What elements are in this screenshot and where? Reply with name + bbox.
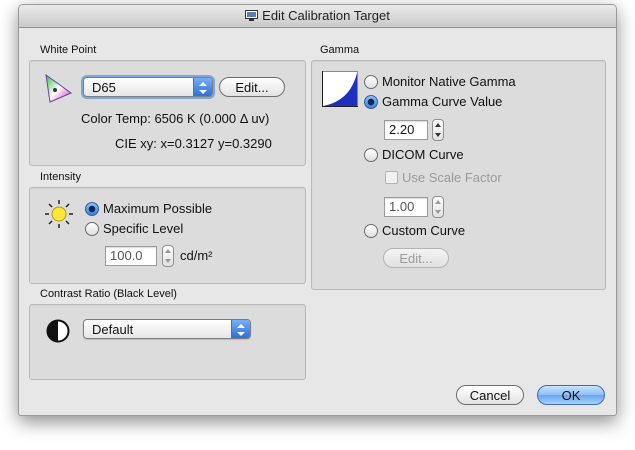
contrast-popup[interactable]: Default <box>83 319 251 339</box>
display-icon <box>245 7 259 21</box>
popup-arrows-icon <box>231 320 250 338</box>
gamma-custom-radio[interactable] <box>364 224 378 238</box>
contrast-group <box>29 304 306 380</box>
scale-factor-stepper[interactable] <box>432 196 444 218</box>
popup-arrows-icon <box>193 78 212 96</box>
gamma-curve-icon <box>322 71 358 107</box>
white-point-edit-button[interactable]: Edit... <box>219 77 285 97</box>
intensity-max-label[interactable]: Maximum Possible <box>103 201 212 216</box>
gamma-label: Gamma <box>320 44 360 56</box>
intensity-level-stepper[interactable] <box>162 245 174 267</box>
use-scale-factor-label: Use Scale Factor <box>402 170 502 185</box>
white-point-value: D65 <box>92 80 116 95</box>
contrast-icon <box>46 319 70 343</box>
edit-calibration-target-dialog: Edit Calibration Target White Point D65 … <box>18 4 617 416</box>
intensity-specific-label[interactable]: Specific Level <box>103 221 183 236</box>
white-point-popup[interactable]: D65 <box>83 77 213 97</box>
custom-curve-edit-button[interactable]: Edit... <box>383 248 449 268</box>
contrast-value: Default <box>92 322 134 337</box>
cancel-button[interactable]: Cancel <box>456 385 524 405</box>
gamma-custom-label[interactable]: Custom Curve <box>382 223 465 238</box>
gamma-curve-value-field[interactable]: 2.20 <box>384 120 428 140</box>
gamma-dicom-label[interactable]: DICOM Curve <box>382 147 464 162</box>
gamma-native-radio[interactable] <box>364 75 378 89</box>
color-gamut-icon <box>41 71 75 105</box>
intensity-max-radio[interactable] <box>85 202 99 216</box>
intensity-label: Intensity <box>40 171 81 183</box>
intensity-level-field[interactable]: 100.0 <box>105 246 157 266</box>
intensity-unit-label: cd/m² <box>180 248 213 263</box>
gamma-curve-label[interactable]: Gamma Curve Value <box>382 94 502 109</box>
gamma-dicom-radio[interactable] <box>364 148 378 162</box>
intensity-specific-radio[interactable] <box>85 222 99 236</box>
contrast-label: Contrast Ratio (Black Level) <box>40 288 177 300</box>
gamma-curve-radio[interactable] <box>364 95 378 109</box>
use-scale-factor-checkbox[interactable] <box>385 171 398 184</box>
sun-icon <box>43 198 75 230</box>
gamma-native-label[interactable]: Monitor Native Gamma <box>382 74 516 89</box>
cie-xy-readout: CIE xy: x=0.3127 y=0.3290 <box>115 136 272 151</box>
title-bar[interactable]: Edit Calibration Target <box>19 5 616 28</box>
scale-factor-field[interactable]: 1.00 <box>384 197 428 217</box>
window-title: Edit Calibration Target <box>262 8 390 23</box>
color-temp-readout: Color Temp: 6506 K (0.000 Δ uv) <box>81 111 270 126</box>
ok-button[interactable]: OK <box>537 385 605 405</box>
white-point-label: White Point <box>40 44 97 56</box>
gamma-curve-stepper[interactable] <box>432 119 444 141</box>
